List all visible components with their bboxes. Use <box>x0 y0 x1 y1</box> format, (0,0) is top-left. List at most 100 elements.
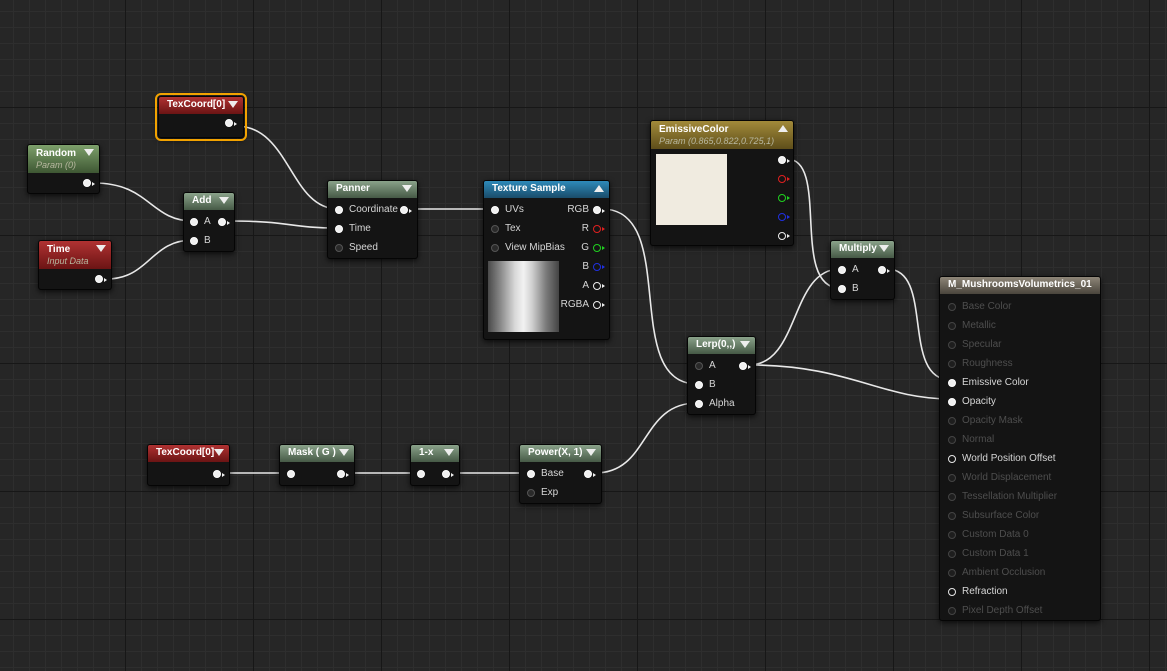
one-minus-node[interactable]: 1-x <box>410 444 460 486</box>
input-pin-uvs[interactable] <box>491 206 499 214</box>
material-input-pin[interactable] <box>948 379 956 387</box>
output-pin-r[interactable] <box>593 225 605 233</box>
texture-sample-node[interactable]: Texture Sample UVs Tex View MipBias RGB … <box>483 180 610 340</box>
material-input-pin[interactable] <box>948 341 956 349</box>
output-pin[interactable] <box>337 470 349 478</box>
output-pin-rgb[interactable] <box>593 206 605 214</box>
input-pin-speed[interactable] <box>335 244 343 252</box>
chevron-up-icon[interactable] <box>594 185 604 192</box>
node-header[interactable]: Lerp(0,,) <box>688 337 755 354</box>
texcoord-node-bottom[interactable]: TexCoord[0] <box>147 444 230 486</box>
node-header[interactable]: Mask ( G ) <box>280 445 354 462</box>
material-input-pin[interactable] <box>948 436 956 444</box>
output-pin-b[interactable] <box>778 213 790 221</box>
chevron-down-icon[interactable] <box>214 449 224 456</box>
node-header[interactable]: Panner <box>328 181 417 198</box>
material-input-pin[interactable] <box>948 550 956 558</box>
material-input-pin[interactable] <box>948 455 956 463</box>
chevron-down-icon[interactable] <box>96 245 106 252</box>
lerp-node[interactable]: Lerp(0,,) A B Alpha <box>687 336 756 415</box>
node-header[interactable]: Texture Sample <box>484 181 609 198</box>
mask-node[interactable]: Mask ( G ) <box>279 444 355 486</box>
node-header[interactable]: Power(X, 1) <box>520 445 601 462</box>
material-input-pin[interactable] <box>948 322 956 330</box>
node-header[interactable]: Add <box>184 193 234 210</box>
node-header[interactable]: 1-x <box>411 445 459 462</box>
material-input-pin[interactable] <box>948 474 956 482</box>
output-label-r: R <box>581 223 589 234</box>
material-input-pin[interactable] <box>948 512 956 520</box>
material-input-pin[interactable] <box>948 607 956 615</box>
panner-node[interactable]: Panner Coordinate Time Speed <box>327 180 418 259</box>
material-input-pin[interactable] <box>948 398 956 406</box>
node-header[interactable]: Random Param (0) <box>28 145 99 173</box>
output-pin[interactable] <box>878 266 890 274</box>
input-pin[interactable] <box>417 470 425 478</box>
input-pin-view-mipbias[interactable] <box>491 244 499 252</box>
output-pin[interactable] <box>400 206 412 214</box>
output-pin[interactable] <box>95 275 107 283</box>
power-node[interactable]: Power(X, 1) Base Exp <box>519 444 602 504</box>
texcoord-node-top[interactable]: TexCoord[0] <box>155 93 247 141</box>
output-pin[interactable] <box>739 362 751 370</box>
output-pin[interactable] <box>584 470 596 478</box>
input-pin-base[interactable] <box>527 470 535 478</box>
material-input-pin[interactable] <box>948 360 956 368</box>
output-pin-a[interactable] <box>593 282 605 290</box>
output-label-b: B <box>582 261 589 272</box>
node-header[interactable]: TexCoord[0] <box>148 445 229 462</box>
output-pin[interactable] <box>213 470 225 478</box>
output-pin-rgb[interactable] <box>778 156 790 164</box>
node-header[interactable]: EmissiveColor Param (0.865,0.822,0.725,1) <box>651 121 793 149</box>
chevron-down-icon[interactable] <box>586 449 596 456</box>
input-pin-coordinate[interactable] <box>335 206 343 214</box>
node-header[interactable]: Multiply <box>831 241 894 258</box>
add-node[interactable]: Add A B <box>183 192 235 252</box>
node-header[interactable]: M_MushroomsVolumetrics_01 <box>940 277 1100 294</box>
material-input-pin[interactable] <box>948 569 956 577</box>
multiply-node[interactable]: Multiply A B <box>830 240 895 300</box>
material-input-pin[interactable] <box>948 493 956 501</box>
input-pin-b[interactable] <box>695 381 703 389</box>
chevron-down-icon[interactable] <box>879 245 889 252</box>
input-pin[interactable] <box>287 470 295 478</box>
material-input-pin[interactable] <box>948 417 956 425</box>
input-pin-a[interactable] <box>695 362 703 370</box>
input-pin-tex[interactable] <box>491 225 499 233</box>
material-input-pin[interactable] <box>948 531 956 539</box>
output-pin-g[interactable] <box>778 194 790 202</box>
material-input-pin[interactable] <box>948 588 956 596</box>
output-pin[interactable] <box>218 218 230 226</box>
input-pin-a[interactable] <box>190 218 198 226</box>
material-output-node[interactable]: M_MushroomsVolumetrics_01 Base Color Meta… <box>939 276 1101 621</box>
random-param-node[interactable]: Random Param (0) <box>27 144 100 194</box>
output-pin[interactable] <box>442 470 454 478</box>
input-pin-a[interactable] <box>838 266 846 274</box>
chevron-down-icon[interactable] <box>84 149 94 156</box>
material-input-pin[interactable] <box>948 303 956 311</box>
node-header[interactable]: TexCoord[0] <box>159 97 243 114</box>
chevron-up-icon[interactable] <box>778 125 788 132</box>
chevron-down-icon[interactable] <box>339 449 349 456</box>
chevron-down-icon[interactable] <box>219 197 229 204</box>
output-pin-b[interactable] <box>593 263 605 271</box>
time-input-node[interactable]: Time Input Data <box>38 240 112 290</box>
output-pin-a[interactable] <box>778 232 790 240</box>
chevron-down-icon[interactable] <box>402 185 412 192</box>
input-pin-b[interactable] <box>190 237 198 245</box>
output-pin-rgba[interactable] <box>593 301 605 309</box>
input-pin-b[interactable] <box>838 285 846 293</box>
chevron-down-icon[interactable] <box>444 449 454 456</box>
output-pin-g[interactable] <box>593 244 605 252</box>
output-pin-r[interactable] <box>778 175 790 183</box>
node-title: Random <box>36 148 76 159</box>
output-pin[interactable] <box>225 119 237 127</box>
output-pin[interactable] <box>83 179 95 187</box>
input-pin-time[interactable] <box>335 225 343 233</box>
input-pin-alpha[interactable] <box>695 400 703 408</box>
chevron-down-icon[interactable] <box>228 101 238 108</box>
input-pin-exp[interactable] <box>527 489 535 497</box>
emissive-color-param-node[interactable]: EmissiveColor Param (0.865,0.822,0.725,1) <box>650 120 794 246</box>
node-header[interactable]: Time Input Data <box>39 241 111 269</box>
chevron-down-icon[interactable] <box>740 341 750 348</box>
